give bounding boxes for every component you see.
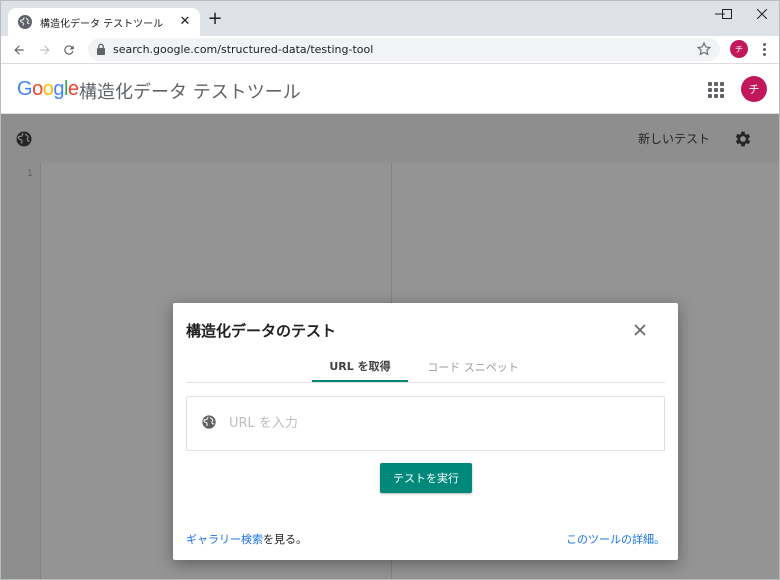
logo-letter: g xyxy=(53,78,64,100)
run-test-button[interactable]: テストを実行 xyxy=(380,463,472,493)
tab-code-snippet[interactable]: コード スニペット xyxy=(418,351,528,382)
app-title: 構造化データ テストツール xyxy=(79,82,301,103)
globe-favicon-icon xyxy=(18,15,32,29)
back-arrow-icon[interactable] xyxy=(9,40,29,60)
window-close-icon[interactable] xyxy=(743,1,779,27)
tab-title: 構造化データ テストツール xyxy=(40,18,164,30)
logo-letter: G xyxy=(17,78,33,100)
gallery-suffix: を見る。 xyxy=(263,533,307,546)
profile-icon[interactable]: チ xyxy=(730,40,748,58)
logo-letter: o xyxy=(32,78,43,100)
url-field[interactable] xyxy=(186,396,665,451)
browser-tab[interactable]: 構造化データ テストツール ✕ xyxy=(8,8,200,36)
url-input[interactable] xyxy=(229,416,649,431)
maximize-box-icon[interactable] xyxy=(709,1,745,27)
browser-window: 構造化データ テストツール ✕ + search.google.com/stru… xyxy=(0,0,780,580)
forward-arrow-icon[interactable] xyxy=(35,40,55,60)
dialog-tabs: URL を取得 コード スニペット xyxy=(186,351,665,383)
address-bar[interactable]: search.google.com/structured-data/testin… xyxy=(88,38,720,61)
dialog-title: 構造化データのテスト xyxy=(186,322,337,340)
browser-toolbar: search.google.com/structured-data/testin… xyxy=(1,36,779,64)
test-dialog: 構造化データのテスト URL を取得 コード スニペット テストを実行 ギャラリ… xyxy=(173,303,678,560)
avatar[interactable]: チ xyxy=(741,76,767,102)
apps-grid-icon[interactable] xyxy=(708,82,724,98)
gallery-search-link[interactable]: ギャラリー検索 xyxy=(186,533,263,546)
close-icon[interactable] xyxy=(631,321,649,339)
gallery-footer: ギャラリー検索を見る。 xyxy=(186,531,307,547)
tab-close-icon[interactable]: ✕ xyxy=(178,15,192,29)
bookmark-star-icon[interactable] xyxy=(696,41,712,57)
logo-letter: e xyxy=(67,78,79,100)
logo-letter: o xyxy=(42,78,54,100)
lock-icon xyxy=(96,40,106,59)
tool-details-link[interactable]: このツールの詳細。 xyxy=(566,531,665,547)
kebab-menu-icon[interactable] xyxy=(757,40,771,58)
url-text: search.google.com/structured-data/testin… xyxy=(113,43,374,56)
globe-icon xyxy=(201,414,217,434)
tab-fetch-url[interactable]: URL を取得 xyxy=(312,351,408,382)
google-logo[interactable]: Google xyxy=(17,78,79,101)
reload-icon[interactable] xyxy=(59,40,79,60)
app-header: Google 構造化データ テストツール チ xyxy=(1,64,779,114)
tab-strip: 構造化データ テストツール ✕ + xyxy=(1,1,779,36)
new-tab-button[interactable]: + xyxy=(205,9,225,29)
